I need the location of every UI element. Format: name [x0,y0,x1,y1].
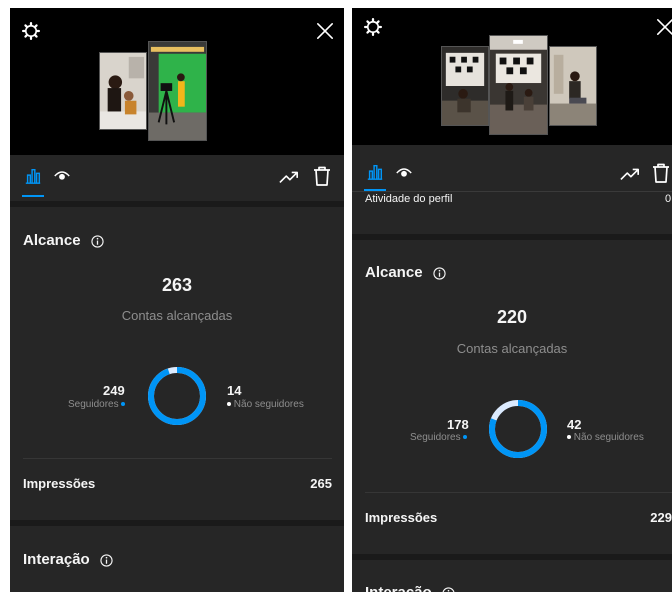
followers-count: 249 [103,383,125,398]
followers-arc [148,367,206,425]
row-divider [23,458,332,459]
impressions-value: 265 [310,476,332,491]
section-divider [352,234,672,240]
profile-activity-value: 0 [665,193,672,205]
non-followers-count: 42 [567,417,582,432]
non-followers-dot [567,435,571,440]
trash-icon[interactable] [313,166,331,186]
story-preview-header [10,8,344,155]
story-thumbnail-1[interactable] [441,46,489,126]
eye-icon[interactable] [396,166,412,180]
impressions-label: Impressões [23,476,96,491]
followers-count: 178 [447,417,469,432]
story-preview-header [352,8,672,145]
accounts-reached-count: 263 [161,275,193,295]
trash-icon[interactable] [652,163,670,183]
accounts-reached-label: Contas alcançadas [456,341,568,356]
non-followers-legend: Não seguidores [227,399,304,410]
close-icon[interactable] [316,22,334,40]
insights-toolbar [10,155,344,201]
profile-activity-label: Atividade do perfil [365,193,453,205]
settings-gear-icon[interactable] [22,22,40,40]
toolbar-divider [352,191,672,192]
non-followers-count: 14 [227,383,242,398]
row-divider [365,492,672,493]
story-thumbnail-3[interactable] [549,46,597,126]
trending-up-icon[interactable] [279,169,299,185]
story-thumbnail-1[interactable] [99,52,147,130]
trending-up-icon[interactable] [620,166,640,182]
impressions-value: 229 [650,510,672,525]
followers-legend: Seguidores [68,399,126,410]
story-thumbnail-2-selected[interactable] [489,35,548,135]
info-icon[interactable] [433,266,446,280]
eye-icon[interactable] [54,169,70,183]
insights-toolbar [352,145,672,191]
accounts-reached-count: 220 [496,307,528,327]
interaction-section-title: Interação [23,551,113,568]
accounts-reached-label: Contas alcançadas [121,308,233,323]
section-divider [10,201,344,207]
story-thumbnail-2-selected[interactable] [148,41,207,141]
reach-section-title: Alcance [365,264,446,281]
followers-dot [463,435,468,440]
info-icon[interactable] [442,586,455,592]
insights-panel-left: Alcance 263 Contas alcançadas 249 Seguid… [10,8,344,592]
non-followers-legend: Não seguidores [567,432,644,443]
non-followers-dot [227,402,231,407]
bar-chart-icon[interactable] [366,163,384,181]
interaction-section-title: Interação [365,584,455,592]
followers-dot [121,402,126,407]
insights-panel-right: Atividade do perfil 0 Alcance 220 Contas… [352,8,672,592]
reach-donut-chart [148,367,206,425]
reach-section-title: Alcance [23,232,104,249]
close-icon[interactable] [656,18,672,36]
section-divider [10,520,344,526]
info-icon[interactable] [91,234,104,248]
impressions-label: Impressões [365,510,438,525]
reach-donut-chart [489,400,547,458]
section-divider [352,554,672,560]
info-icon[interactable] [100,553,113,567]
active-tab-indicator [22,195,44,197]
followers-legend: Seguidores [410,432,468,443]
bar-chart-icon[interactable] [24,167,42,185]
settings-gear-icon[interactable] [364,18,382,36]
